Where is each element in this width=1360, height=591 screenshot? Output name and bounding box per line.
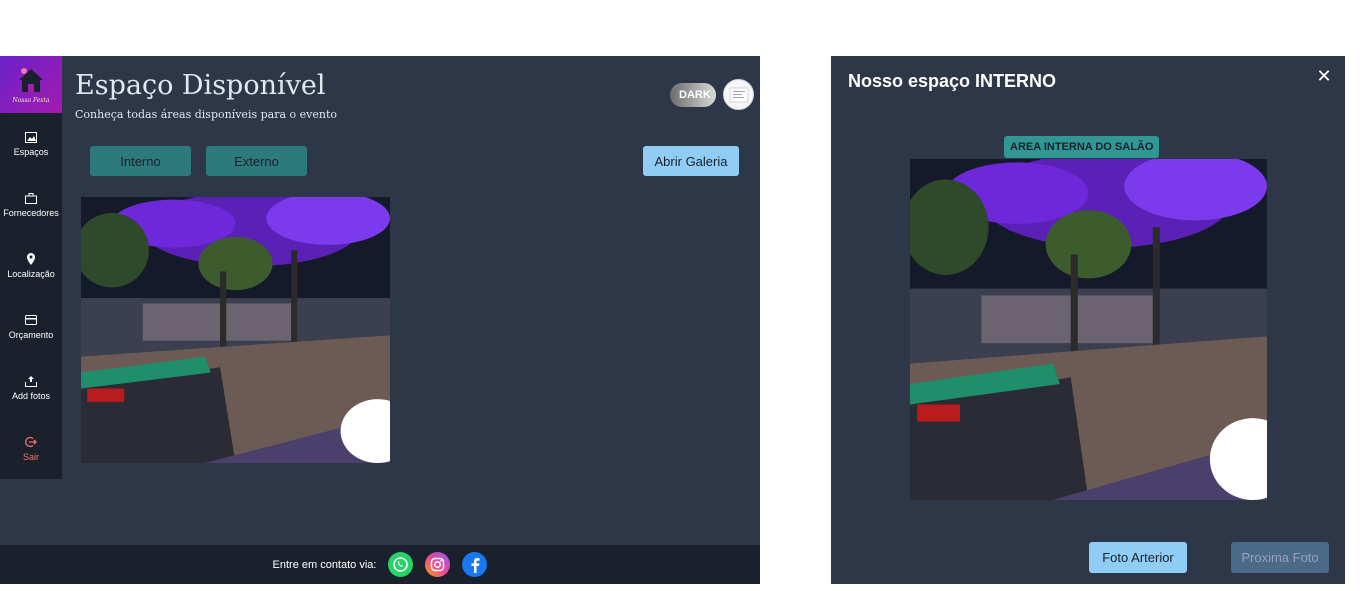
facebook-icon[interactable] <box>462 552 488 577</box>
sidebar-item-label: Sair <box>22 452 39 462</box>
footer-contact-text: Entre em contato via: <box>272 558 377 571</box>
sidebar-item-label: Orçamento <box>8 330 54 340</box>
sidebar: Nossa Festa Espaços Fornecedores Localiz… <box>0 56 62 479</box>
externo-button[interactable]: Externo <box>206 146 307 176</box>
area-badge: AREA INTERNA DO SALÃO <box>1004 136 1160 158</box>
app-window: Nossa Festa Espaços Fornecedores Localiz… <box>0 56 760 584</box>
previous-photo-button[interactable]: Foto Arterior <box>1089 542 1187 573</box>
map-pin-icon <box>24 252 38 266</box>
logout-icon <box>24 435 38 449</box>
page-subtitle: Conheça todas áreas disponíveis para o e… <box>75 108 337 121</box>
close-icon[interactable]: ✕ <box>1314 66 1334 86</box>
image-icon <box>24 130 38 144</box>
venue-photo <box>81 197 390 463</box>
instagram-icon[interactable] <box>425 552 451 577</box>
upload-icon <box>24 374 38 388</box>
logo: Nossa Festa <box>0 56 62 113</box>
footer: Entre em contato via: <box>0 545 760 584</box>
modal-title: Nosso espaço INTERNO <box>848 71 1057 91</box>
avatar[interactable] <box>723 79 754 110</box>
house-logo-icon <box>19 68 43 92</box>
page-title: Espaço Disponível <box>75 70 326 101</box>
sidebar-item-espacos[interactable]: Espaços <box>0 113 62 174</box>
sidebar-item-label: Localização <box>7 269 55 279</box>
sidebar-item-localizacao[interactable]: Localização <box>0 235 62 296</box>
sidebar-item-orcamento[interactable]: Orçamento <box>0 296 62 357</box>
interno-button[interactable]: Interno <box>90 146 191 176</box>
avatar-image-icon <box>729 87 748 102</box>
credit-card-icon <box>24 313 38 327</box>
sidebar-item-label: Add fotos <box>11 391 51 401</box>
sidebar-item-add-fotos[interactable]: Add fotos <box>0 357 62 418</box>
sidebar-item-label: Espaços <box>13 147 49 157</box>
dark-toggle-label: DARK <box>679 89 711 101</box>
whatsapp-icon[interactable] <box>388 552 414 577</box>
sidebar-item-fornecedores[interactable]: Fornecedores <box>0 174 62 235</box>
dark-mode-toggle[interactable]: DARK <box>670 83 716 107</box>
logo-text: Nossa Festa <box>12 97 50 104</box>
gallery-photo <box>910 159 1267 500</box>
next-photo-button[interactable]: Proxima Foto <box>1231 542 1329 573</box>
sidebar-item-label: Fornecedores <box>3 208 59 218</box>
gallery-modal: Nosso espaço INTERNO ✕ AREA INTERNA DO S… <box>831 56 1345 584</box>
sidebar-item-sair[interactable]: Sair <box>0 418 62 479</box>
briefcase-icon <box>24 191 38 205</box>
abrir-galeria-button[interactable]: Abrir Galeria <box>643 146 739 176</box>
